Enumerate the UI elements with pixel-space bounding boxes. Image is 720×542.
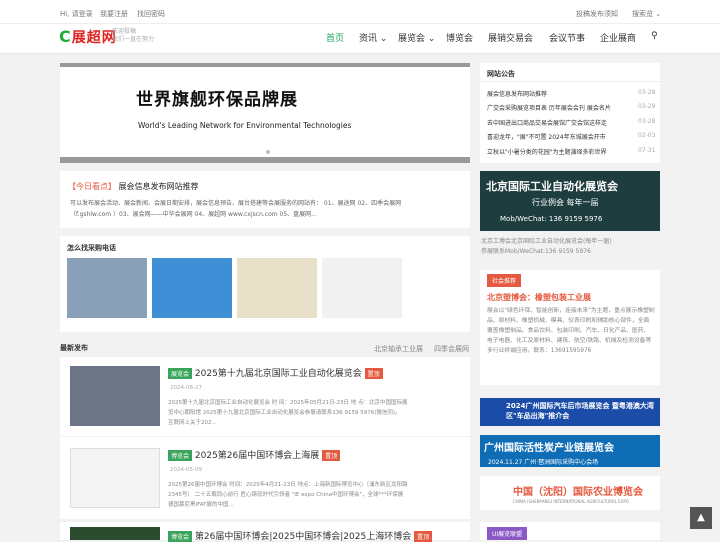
- post-thumbnail[interactable]: [70, 366, 160, 426]
- find-phone-title: 怎么找采购电话: [67, 244, 116, 252]
- post-thumbnail[interactable]: [70, 527, 160, 540]
- thumbnail-400[interactable]: [152, 258, 232, 318]
- category-badge[interactable]: 展览会: [168, 368, 193, 379]
- latest-title: 最新发布: [60, 344, 88, 352]
- announcement-panel: 网站公告 展会信息发布网站推荐 03-28 广交会采购展览项目表 历年展会会刊 展…: [480, 63, 660, 163]
- ad-activated-carbon[interactable]: 广州国际活性炭产业链展览会 2024.11.27 广州·琶洲国际采购中心会场: [480, 435, 660, 467]
- union-panel: UI展览联盟: [480, 522, 660, 540]
- nav-trade-fair[interactable]: 展销交易会: [488, 31, 533, 44]
- tab-bearing[interactable]: 北京轴承工业展: [374, 344, 423, 354]
- post-date: 2024-08-27: [170, 385, 202, 391]
- tagline: 欢迎投稿 我们一直在努力: [112, 28, 155, 43]
- announcement-item[interactable]: 立秋以"小暑分类的花园"为主题演绎多彩世界: [487, 147, 607, 156]
- nav-conference[interactable]: 会议节事: [549, 31, 585, 44]
- post-date: 2024-05-09: [170, 467, 202, 473]
- post-title[interactable]: 2025第十九届北京国际工业自动化展览会: [195, 369, 362, 379]
- pinned-badge: 置顶: [414, 531, 433, 542]
- back-to-top-icon[interactable]: ▲: [690, 507, 712, 529]
- nav-exhibition[interactable]: 展览会 ⌄: [398, 31, 435, 44]
- announcement-item[interactable]: 展会信息发布网站推荐: [487, 89, 547, 98]
- post-item[interactable]: 博览会 2025第26届中国环博会上海展 置顶 2024-05-09 2025第…: [60, 437, 470, 519]
- post-item[interactable]: 博览会 第26届中国环博会|2025中国环博会|2025上海环博会 置顶: [60, 522, 470, 542]
- thumbnail-office[interactable]: [67, 258, 147, 318]
- login-link[interactable]: Hi, 请登录: [60, 9, 93, 19]
- recommend-title[interactable]: 北京塑博会：橡塑包装工业展: [487, 292, 591, 303]
- notice-title[interactable]: 展会信息发布网站推荐: [119, 182, 199, 191]
- forgot-link[interactable]: 找回密码: [137, 9, 165, 19]
- category-badge[interactable]: 博览会: [168, 450, 193, 461]
- today-tag: 【今日看点】: [68, 182, 116, 191]
- header: C展超网 欢迎投稿 我们一直在努力 首页 资讯 ⌄ 展览会 ⌄ 博览会 展销交易会…: [0, 24, 720, 54]
- pinned-badge: 置顶: [322, 450, 341, 461]
- announcement-item[interactable]: 去中国进出口商品交易会展馆广交会馆这样走: [487, 118, 607, 127]
- post-item[interactable]: 展览会 2025第十九届北京国际工业自动化展览会 置顶 2024-08-27 2…: [60, 357, 470, 436]
- find-phone-card: 怎么找采购电话: [60, 236, 470, 332]
- pinned-badge: 置顶: [364, 368, 383, 379]
- tab-sijiz[interactable]: 四季会展网: [434, 344, 469, 354]
- nav-news[interactable]: 资讯 ⌄: [359, 31, 387, 44]
- thumbnail-chart[interactable]: [322, 258, 402, 318]
- ad-agri-expo[interactable]: 中国（沈阳）国际农业博览会 CHINA (SHENYANG) INTERNATI…: [480, 476, 660, 510]
- post-thumbnail[interactable]: [70, 448, 160, 508]
- nav-exhibitors[interactable]: 企业展商: [600, 31, 636, 44]
- category-badge[interactable]: 博览会: [168, 531, 193, 542]
- announcement-item[interactable]: 广交会采购展览项目表 历年展会会刊 展会名片: [487, 103, 611, 112]
- notice-card: 【今日看点】 展会信息发布网站推荐 可以发布展会活动、展会新闻、会展日期安排，展…: [60, 171, 470, 228]
- search-icon[interactable]: ⚲: [651, 31, 658, 41]
- announcement-title: 网站公告: [487, 70, 515, 78]
- ad-auto-aftermarket[interactable]: 2024广州国际汽车后市场展览会 暨粤港澳大湾区"车品出海"推介会: [480, 398, 660, 426]
- hero-banner[interactable]: 世界旗舰环保品牌展 World's Leading Network for En…: [60, 63, 470, 163]
- banner-title: 世界旗舰环保品牌展: [136, 90, 298, 110]
- search-menu[interactable]: 搜索览 ⌄: [632, 9, 661, 19]
- site-logo[interactable]: C展超网: [59, 27, 117, 47]
- post-title[interactable]: 2025第26届中国环博会上海展: [195, 451, 319, 461]
- ad-automation[interactable]: 北京国际工业自动化展览会 行业例会 每年一届 Mob/WeChat: 136 9…: [480, 171, 660, 231]
- submit-guide-link[interactable]: 投稿发布须知: [576, 9, 618, 19]
- recommend-panel: 社会推荐 北京塑博会：橡塑包装工业展 展会以"绿色环保、智能创新，连接未来"为主…: [480, 270, 660, 385]
- slider-dot[interactable]: [266, 150, 270, 154]
- post-title[interactable]: 第26届中国环博会|2025中国环博会|2025上海环博会: [195, 532, 411, 542]
- nav-expo[interactable]: 博览会: [446, 31, 473, 44]
- thumbnail-map[interactable]: [237, 258, 317, 318]
- banner-subtitle: World's Leading Network for Environmenta…: [138, 121, 352, 130]
- union-tag[interactable]: UI展览联盟: [487, 527, 528, 540]
- register-link[interactable]: 我要注册: [100, 9, 128, 19]
- recommend-tag: 社会推荐: [487, 274, 522, 287]
- top-bar: Hi, 请登录 我要注册 找回密码 投稿发布须知 搜索览 ⌄: [0, 0, 720, 24]
- nav-home[interactable]: 首页: [326, 31, 344, 44]
- announcement-item[interactable]: 喜迎龙年，"展"不可置 2024年东城展会开市: [487, 132, 606, 141]
